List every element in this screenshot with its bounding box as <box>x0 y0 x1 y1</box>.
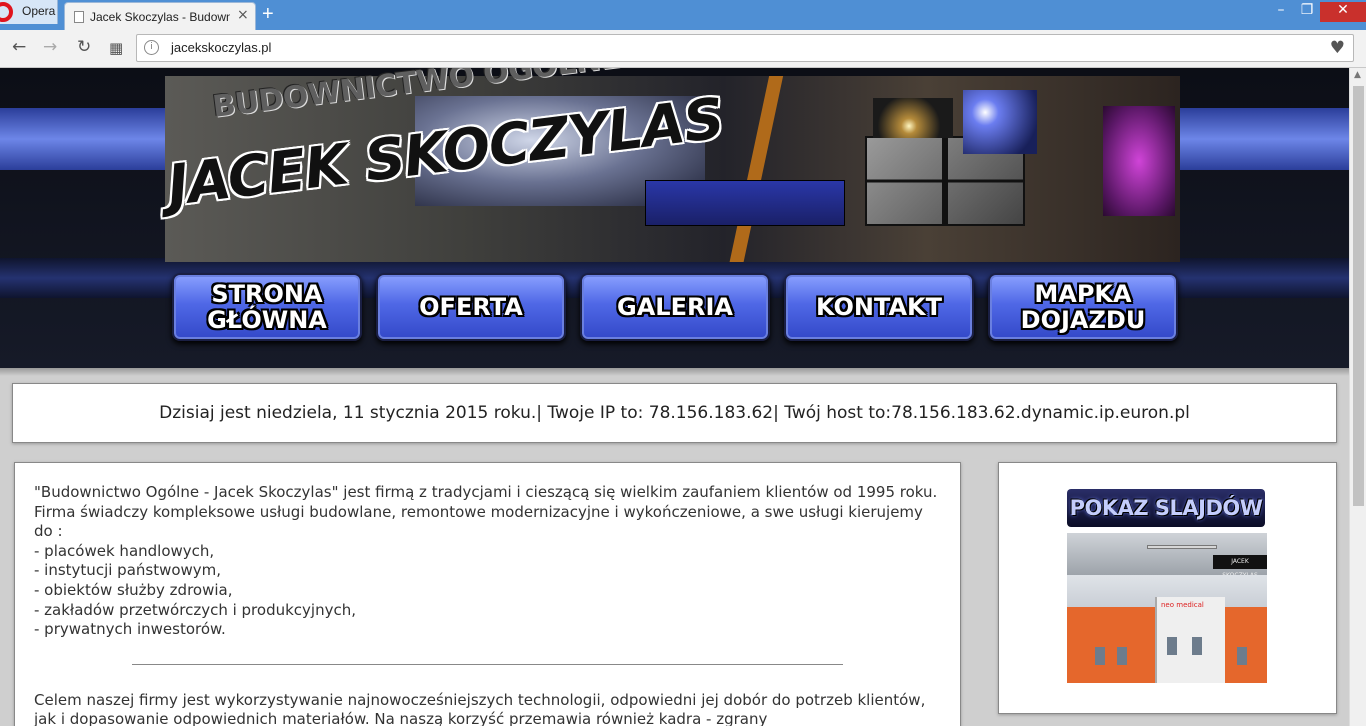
bookmark-heart-icon[interactable]: ♥ <box>1330 38 1345 58</box>
tab-close-icon[interactable]: × <box>237 7 249 23</box>
list-item: - placówek handlowych, <box>34 541 215 560</box>
list-item: - obiektów służby zdrowia, <box>34 580 233 599</box>
slide-building-sign: neo medical <box>1161 601 1204 609</box>
slide-window <box>1237 647 1247 665</box>
menu-label: KONTAKT <box>815 293 943 321</box>
menu-kontakt-button[interactable]: KONTAKT <box>784 273 974 341</box>
slide-building-tower <box>1155 597 1225 683</box>
list-item: - prywatnych inwestorów. <box>34 620 226 639</box>
header-shadow <box>0 368 1349 376</box>
browser-titlebar: Opera Jacek Skoczylas - Budownictwo Ogól… <box>0 0 1366 30</box>
reload-icon[interactable]: ↻ <box>77 37 91 57</box>
page-viewport: BUDOWNICTWO OGÓLNE JACEK SKOCZYLAS STRON… <box>0 68 1349 726</box>
main-content-box: "Budownictwo Ogólne - Jacek Skoczylas" j… <box>14 462 961 726</box>
sidebar-slideshow-box: POKAZ SLAJDÓW JACEK SKOCZYLAS neo medica… <box>998 462 1337 714</box>
scrollbar-thumb[interactable] <box>1353 86 1364 506</box>
slide-window <box>1167 637 1177 655</box>
page-scrollbar[interactable]: ▲ <box>1349 68 1366 726</box>
second-paragraph: Celem naszej firmy jest wykorzystywanie … <box>34 690 926 726</box>
main-menu: STRONA GŁÓWNA OFERTA GALERIA KONTAKT MAPK… <box>172 273 1182 343</box>
slide-window <box>1095 647 1105 665</box>
site-header: BUDOWNICTWO OGÓLNE JACEK SKOCZYLAS STRON… <box>0 68 1349 368</box>
client-list: - placówek handlowych, - instytucji pańs… <box>34 542 941 640</box>
menu-mapka-dojazdu-button[interactable]: MAPKA DOJAZDU <box>988 273 1178 341</box>
close-window-button[interactable]: ✕ <box>1320 2 1366 22</box>
menu-oferta-button[interactable]: OFERTA <box>376 273 566 341</box>
intro-paragraph: "Budownictwo Ogólne - Jacek Skoczylas" j… <box>34 483 938 541</box>
address-bar[interactable]: i jacekskoczylas.pl ♥ <box>136 34 1354 62</box>
maximize-window-button[interactable]: ❐ <box>1294 2 1320 22</box>
back-arrow-icon[interactable]: ← <box>12 37 26 57</box>
opera-menu-button[interactable]: Opera <box>0 0 58 24</box>
url-text[interactable]: jacekskoczylas.pl <box>171 40 271 55</box>
browser-tab-active[interactable]: Jacek Skoczylas - Budownictwo Ogólne × <box>64 2 256 30</box>
date-ip-text: Dzisiaj jest niedziela, 11 stycznia 2015… <box>159 403 1190 423</box>
forward-arrow-icon[interactable]: → <box>43 37 57 57</box>
menu-label: OFERTA <box>419 293 523 321</box>
date-ip-bar: Dzisiaj jest niedziela, 11 stycznia 2015… <box>12 383 1337 443</box>
slide-window <box>1192 637 1202 655</box>
slide-building-photo: neo medical <box>1067 597 1267 683</box>
banner-light-photo <box>873 98 953 138</box>
banner-purple-photo <box>1103 106 1175 216</box>
content-divider <box>132 663 843 665</box>
page-icon <box>74 11 84 23</box>
slide-bathroom-photo: JACEK SKOCZYLAS <box>1067 533 1267 579</box>
slide-window <box>1117 647 1127 665</box>
menu-label: MAPKA DOJAZDU <box>1020 280 1146 334</box>
menu-label: GALERIA <box>617 293 733 321</box>
banner-excavator-arm <box>728 76 862 262</box>
opera-menu-label: Opera <box>22 4 56 18</box>
site-info-icon[interactable]: i <box>144 40 159 55</box>
opera-logo-icon <box>0 2 13 22</box>
slideshow-image[interactable]: JACEK SKOCZYLAS neo medical <box>1067 533 1267 683</box>
menu-label: STRONA GŁÓWNA <box>207 280 327 334</box>
speed-dial-icon[interactable]: ▦ <box>109 39 123 57</box>
menu-galeria-button[interactable]: GALERIA <box>580 273 770 341</box>
scroll-up-arrow-icon[interactable]: ▲ <box>1354 70 1361 80</box>
banner-blue-photo <box>645 180 845 226</box>
list-item: - instytucji państwowym, <box>34 561 222 580</box>
minimize-window-button[interactable]: – <box>1268 2 1294 22</box>
browser-navbar: ← → ↻ ▦ i jacekskoczylas.pl ♥ <box>0 30 1366 68</box>
slide-grab-rail <box>1147 545 1217 549</box>
list-item: - zakładów przetwórczych i produkcyjnych… <box>34 600 356 619</box>
tab-title: Jacek Skoczylas - Budownictwo Ogólne <box>90 10 230 24</box>
menu-strona-glowna-button[interactable]: STRONA GŁÓWNA <box>172 273 362 341</box>
new-tab-button[interactable]: + <box>262 3 274 26</box>
slideshow-title: POKAZ SLAJDÓW <box>1067 489 1265 527</box>
banner-lamp-photo <box>963 90 1037 154</box>
slide-brand-strip: JACEK SKOCZYLAS <box>1213 555 1267 579</box>
